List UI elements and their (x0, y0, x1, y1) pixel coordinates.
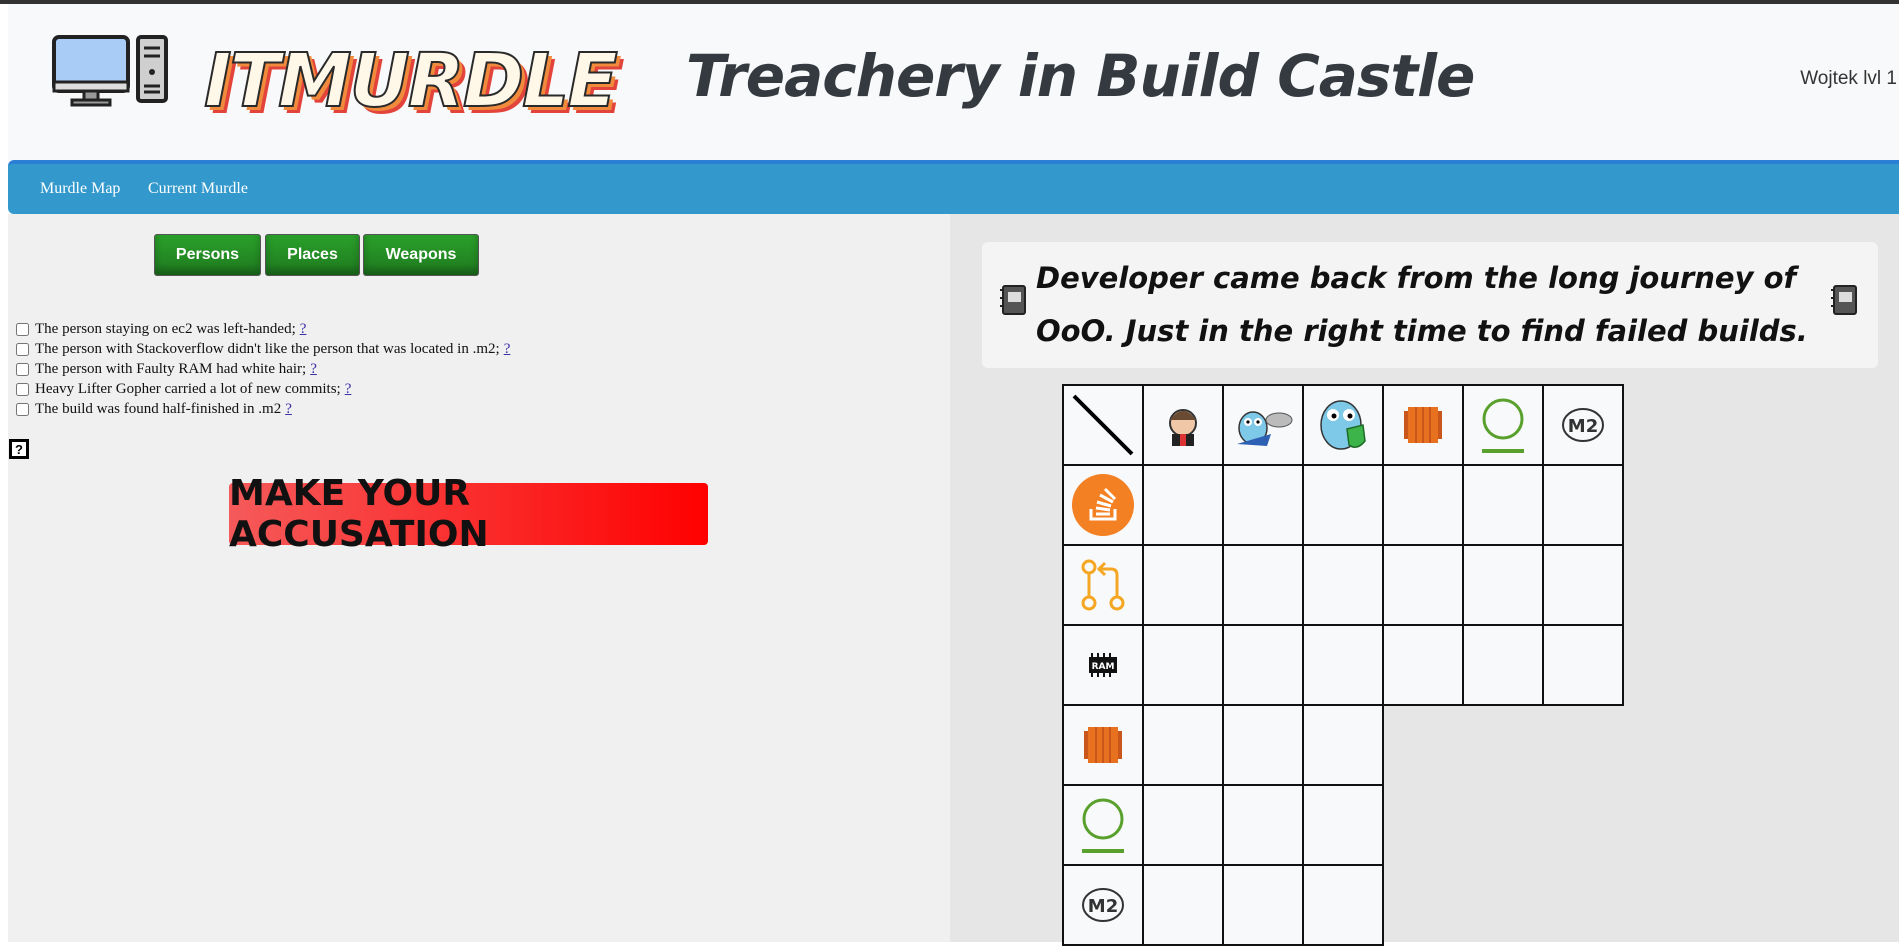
grid-cell[interactable] (1222, 624, 1304, 706)
nav-murdle-map[interactable]: Murdle Map (40, 180, 120, 198)
stackoverflow-icon (1072, 474, 1134, 536)
grid-panel: Developer came back from the long journe… (950, 214, 1899, 946)
grid-cell[interactable] (1302, 544, 1384, 626)
ram-chip-icon: RAM (1089, 653, 1117, 677)
story-box: Developer came back from the long journe… (982, 242, 1878, 368)
clue-item: The build was found half-finished in .m2… (12, 399, 510, 419)
tab-places[interactable]: Places (265, 234, 360, 276)
grid-cell[interactable] (1382, 544, 1464, 626)
site-header: ITMURDLE Treachery in Build Castle Wojte… (8, 4, 1899, 161)
grid-cell[interactable] (1222, 544, 1304, 626)
grid-cell[interactable] (1542, 464, 1624, 546)
clue-text: The build was found half-finished in .m2 (35, 400, 282, 417)
grid-cell[interactable] (1302, 864, 1384, 946)
grid-col-header (1222, 384, 1304, 466)
grid-cell[interactable] (1462, 624, 1544, 706)
clues-panel: Persons Places Weapons The person stayin… (8, 214, 950, 942)
gopher-cloud-icon (1237, 411, 1293, 446)
grid-row-header: RAM (1062, 624, 1144, 706)
clue-text: The person with Stackoverflow didn't lik… (35, 340, 500, 357)
grid-row-header (1062, 704, 1144, 786)
clue-text: The person staying on ec2 was left-hande… (35, 320, 296, 337)
m2-icon: M2 (1082, 888, 1124, 922)
grid-col-header (1462, 384, 1544, 466)
grid-col-header (1302, 384, 1384, 466)
grid-cell[interactable] (1142, 544, 1224, 626)
grid-cell[interactable] (1382, 464, 1464, 546)
grid-row-header (1062, 544, 1144, 626)
clue-item: The person staying on ec2 was left-hande… (12, 319, 510, 339)
grid-cell[interactable] (1462, 464, 1544, 546)
grid-row-header (1062, 464, 1144, 546)
grid-cell[interactable] (1462, 544, 1544, 626)
grid-col-header: M2 (1542, 384, 1624, 466)
notebook-icon (1831, 285, 1857, 315)
clue-item: The person with Faulty RAM had white hai… (12, 359, 510, 379)
tab-persons[interactable]: Persons (154, 234, 261, 276)
svg-text:M2: M2 (1568, 416, 1598, 437)
clue-item: Heavy Lifter Gopher carried a lot of new… (12, 379, 510, 399)
help-button[interactable]: ? (9, 439, 29, 459)
grid-cell[interactable] (1142, 784, 1224, 866)
grid-cell[interactable] (1302, 624, 1384, 706)
clue-checkbox[interactable] (16, 322, 29, 336)
site-logo[interactable]: ITMURDLE (52, 34, 619, 134)
grid-col-header (1382, 384, 1464, 466)
main-navbar: Murdle Map Current Murdle (8, 160, 1899, 214)
clue-checkbox[interactable] (16, 362, 29, 376)
aws-ec2-icon (1404, 407, 1442, 443)
grid-cell[interactable] (1222, 464, 1304, 546)
logo-wordmark: ITMURDLE (203, 37, 619, 125)
story-text: Developer came back from the long journe… (1036, 261, 1808, 348)
grid-col-header (1142, 384, 1224, 466)
gopher-shield-icon (1320, 400, 1366, 450)
clue-item: The person with Stackoverflow didn't lik… (12, 339, 510, 359)
m2-icon: M2 (1562, 408, 1604, 442)
clue-hint-link[interactable]: ? (310, 361, 317, 378)
svg-text:RAM: RAM (1092, 662, 1115, 672)
notebook-icon (1000, 285, 1026, 315)
grid-cell[interactable] (1302, 784, 1384, 866)
diagonal-line-icon (1072, 394, 1134, 456)
grid-cell[interactable] (1142, 704, 1224, 786)
svg-text:M2: M2 (1088, 896, 1118, 917)
grid-cell[interactable] (1222, 704, 1304, 786)
grid-cell[interactable] (1222, 864, 1304, 946)
grid-cell[interactable] (1222, 784, 1304, 866)
computer-icon (52, 35, 168, 107)
grid-cell[interactable] (1302, 704, 1384, 786)
page-title: Treachery in Build Castle (686, 42, 1475, 110)
clue-text: Heavy Lifter Gopher carried a lot of new… (35, 380, 341, 397)
grid-cell[interactable] (1142, 624, 1224, 706)
clue-checkbox[interactable] (16, 342, 29, 356)
grid-cell[interactable] (1142, 464, 1224, 546)
clue-checkbox[interactable] (16, 402, 29, 416)
grid-cell[interactable] (1542, 624, 1624, 706)
git-pull-request-icon (1081, 559, 1125, 611)
user-level-label[interactable]: Wojtek lvl 1 (1800, 68, 1897, 90)
grid-cell[interactable] (1542, 544, 1624, 626)
make-accusation-button[interactable]: MAKE YOUR ACCUSATION (229, 473, 708, 555)
clue-list: The person staying on ec2 was left-hande… (12, 319, 510, 419)
tab-weapons[interactable]: Weapons (363, 234, 479, 276)
clue-hint-link[interactable]: ? (300, 321, 307, 338)
clue-hint-link[interactable]: ? (345, 381, 352, 398)
grid-row-header: M2 (1062, 864, 1144, 946)
clue-hint-link[interactable]: ? (504, 341, 511, 358)
grid-row-header (1062, 784, 1144, 866)
jenkins-icon (1169, 409, 1197, 446)
clue-checkbox[interactable] (16, 382, 29, 396)
circle-underline-icon (1082, 798, 1124, 853)
aws-ec2-icon (1084, 727, 1122, 763)
grid-cell[interactable] (1302, 464, 1384, 546)
circle-underline-icon (1482, 398, 1524, 453)
clue-text: The person with Faulty RAM had white hai… (35, 360, 307, 377)
grid-corner (1062, 384, 1144, 466)
clue-hint-link[interactable]: ? (285, 401, 292, 418)
nav-current-murdle[interactable]: Current Murdle (148, 180, 248, 198)
grid-cell[interactable] (1382, 624, 1464, 706)
grid-cell[interactable] (1142, 864, 1224, 946)
